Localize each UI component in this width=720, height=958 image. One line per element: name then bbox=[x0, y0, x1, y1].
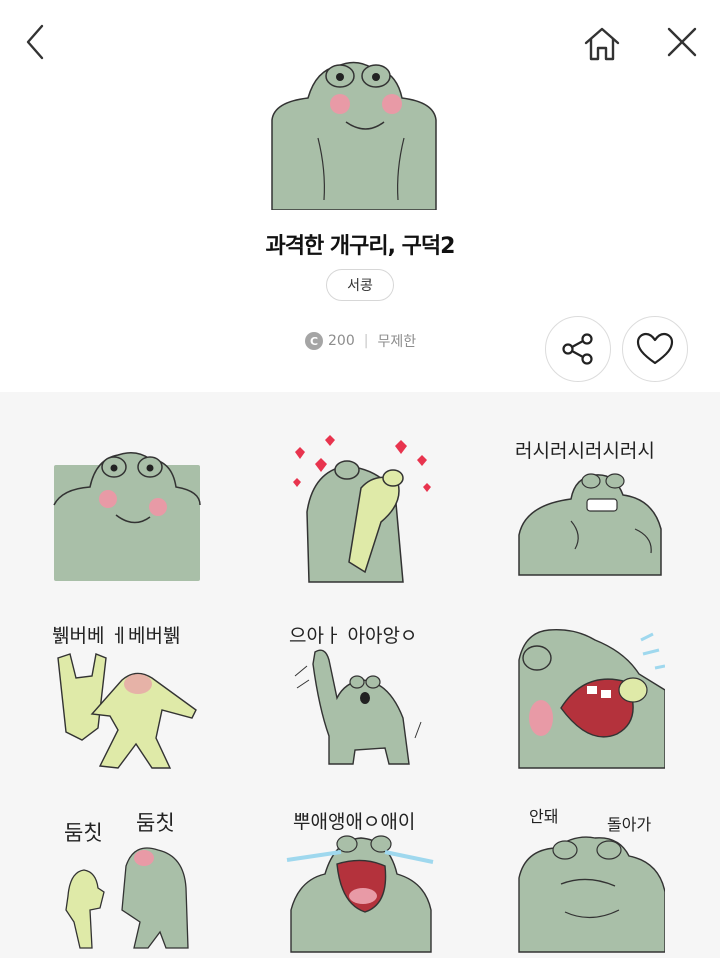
price-row: C 200 | 무제한 bbox=[305, 331, 416, 351]
home-button[interactable] bbox=[580, 22, 624, 66]
sticker-8[interactable]: 뿌애앵애ㅇ애이 bbox=[285, 800, 435, 958]
sticker-5[interactable]: 으아ㅏ 아아앙ㅇ bbox=[285, 618, 435, 778]
sticker-6[interactable] bbox=[515, 610, 665, 770]
sticker-7-caption-left: 둠칫 bbox=[64, 821, 103, 845]
author-button[interactable]: 서콩 bbox=[326, 269, 394, 301]
sticker-8-caption: 뿌애앵애ㅇ애이 bbox=[293, 811, 415, 833]
divider: | bbox=[363, 333, 369, 349]
sticker-3-caption: 러시러시러시러시 bbox=[515, 440, 655, 462]
like-button[interactable] bbox=[622, 316, 688, 382]
sticker-2[interactable] bbox=[285, 432, 435, 592]
close-icon bbox=[667, 27, 697, 57]
home-icon bbox=[584, 27, 620, 61]
sticker-9-caption-right: 돌아가 bbox=[607, 815, 651, 834]
sticker-5-caption: 으아ㅏ 아아앙ㅇ bbox=[289, 625, 417, 647]
sticker-9-caption-left: 안돼 bbox=[529, 807, 558, 826]
chevron-left-icon bbox=[26, 24, 44, 60]
sticker-7-caption-right: 둠칫 bbox=[136, 811, 175, 835]
heart-icon bbox=[636, 332, 674, 365]
share-button[interactable] bbox=[545, 316, 611, 382]
product-title: 과격한 개구리, 구덕2 bbox=[265, 234, 456, 259]
sticker-4[interactable]: 뷁버베 ㅔ베버뷁 bbox=[52, 618, 202, 778]
sticker-1[interactable] bbox=[52, 425, 202, 585]
hero-sticker-image bbox=[268, 60, 440, 210]
sticker-4-caption: 뷁버베 ㅔ베버뷁 bbox=[52, 625, 180, 647]
sticker-3[interactable]: 러시러시러시러시 bbox=[515, 425, 665, 585]
duration-label: 무제한 bbox=[377, 334, 417, 350]
sticker-7[interactable]: 둠칫 둠칫 bbox=[52, 800, 202, 958]
share-icon bbox=[562, 333, 593, 365]
back-button[interactable] bbox=[14, 22, 54, 62]
price-value: 200 bbox=[328, 333, 355, 349]
sticker-9[interactable]: 안돼 돌아가 bbox=[515, 800, 665, 958]
coin-icon: C bbox=[305, 332, 323, 350]
close-button[interactable] bbox=[662, 22, 702, 62]
